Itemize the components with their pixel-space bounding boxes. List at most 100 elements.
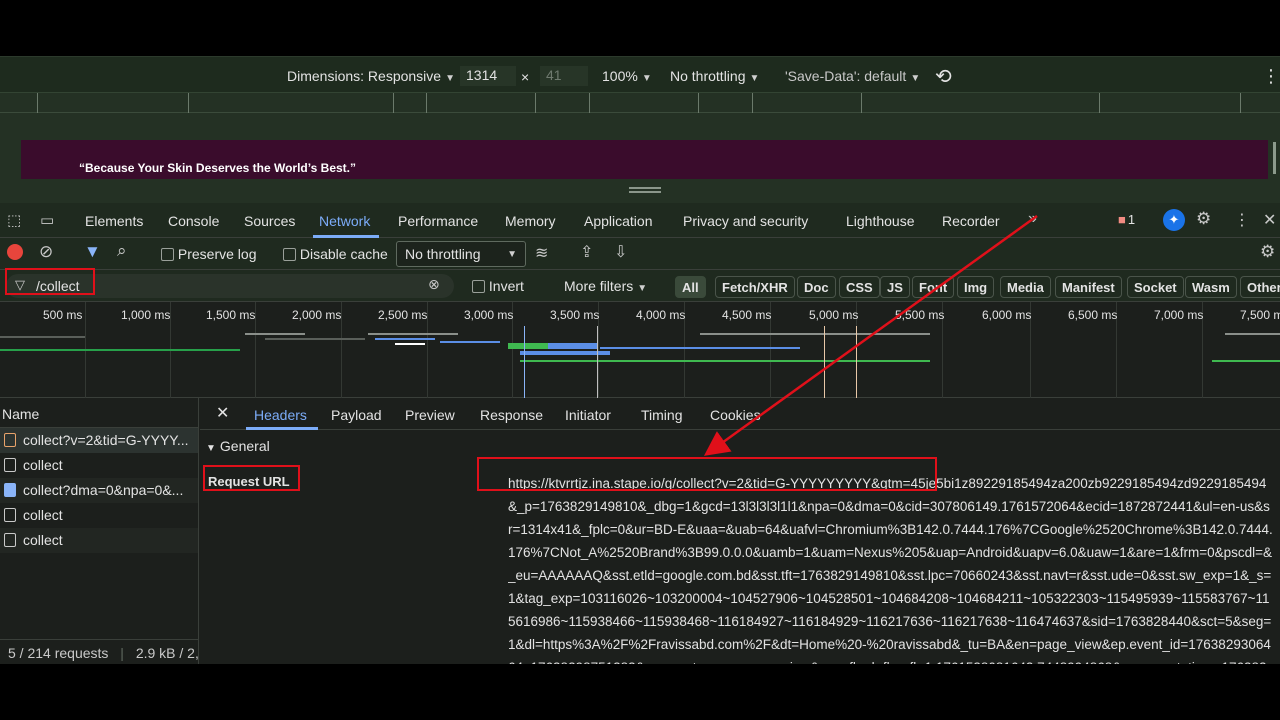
- network-timeline[interactable]: 500 ms 1,000 ms 1,500 ms 2,000 ms 2,500 …: [0, 302, 1280, 398]
- tab-application[interactable]: Application: [584, 213, 653, 229]
- timeline-label: 4,000 ms: [636, 308, 686, 322]
- tab-network[interactable]: Network: [319, 213, 370, 229]
- width-input[interactable]: 1314: [460, 66, 516, 86]
- rotate-icon[interactable]: ⟲: [935, 64, 952, 89]
- chip-doc[interactable]: Doc: [797, 276, 836, 298]
- chip-js[interactable]: JS: [880, 276, 910, 298]
- transfer-size: 2.9 kB / 2,5: [135, 645, 199, 661]
- ai-assistant-icon[interactable]: ✦: [1163, 209, 1185, 231]
- tab-privacy-security[interactable]: Privacy and security: [683, 213, 808, 229]
- devtools-panel: ⬚ ▭ Elements Console Sources Network Per…: [0, 203, 1280, 664]
- tab-console[interactable]: Console: [168, 213, 219, 229]
- promo-banner: “Because Your Skin Deserves the World’s …: [21, 140, 1268, 179]
- close-devtools-icon[interactable]: ✕: [1263, 210, 1276, 230]
- general-section-toggle[interactable]: ▼ General: [206, 438, 270, 454]
- requests-count: 5 / 214 requests: [8, 645, 109, 661]
- tab-response[interactable]: Response: [480, 407, 543, 423]
- detail-tabs: ✕ Headers Payload Preview Response Initi…: [200, 398, 1280, 430]
- tab-performance[interactable]: Performance: [398, 213, 478, 229]
- image-icon: [4, 483, 16, 497]
- timeline-label: 5,500 ms: [895, 308, 945, 322]
- resize-handle[interactable]: [629, 187, 661, 193]
- tab-sources[interactable]: Sources: [244, 213, 295, 229]
- request-row[interactable]: collect: [0, 528, 198, 553]
- document-icon: [4, 533, 16, 547]
- tab-preview[interactable]: Preview: [405, 407, 455, 423]
- inspect-element-icon[interactable]: ⬚: [7, 211, 21, 229]
- timeline-label: 5,000 ms: [809, 308, 859, 322]
- timeline-label: 3,000 ms: [464, 308, 514, 322]
- request-row[interactable]: collect?v=2&tid=G-YYYY...: [0, 428, 198, 453]
- dimensions-select[interactable]: Dimensions: Responsive ▼: [287, 68, 455, 84]
- record-icon[interactable]: [7, 244, 23, 260]
- device-more-icon[interactable]: ⋮: [1262, 66, 1280, 87]
- tab-headers[interactable]: Headers: [254, 407, 307, 423]
- highlight-filter-box: [5, 268, 95, 295]
- devtools-tabbar: ⬚ ▭ Elements Console Sources Network Per…: [0, 203, 1280, 238]
- chip-css[interactable]: CSS: [839, 276, 880, 298]
- network-toolbar: ⊘ ▼ ⌕ Preserve log Disable cache No thro…: [0, 238, 1280, 270]
- detail-tab-indicator: [246, 427, 318, 430]
- network-settings-icon[interactable]: ⚙: [1260, 242, 1275, 262]
- clear-icon[interactable]: ⊘: [39, 242, 53, 262]
- timeline-label: 500 ms: [43, 308, 83, 322]
- disable-cache-checkbox[interactable]: Disable cache: [283, 246, 388, 262]
- device-throttling-select[interactable]: No throttling ▼: [670, 68, 759, 84]
- search-icon[interactable]: ⌕: [117, 241, 127, 261]
- close-detail-icon[interactable]: ✕: [216, 403, 229, 423]
- filter-bar: ▽ /collect ⊗ Invert More filters ▼ All Fe…: [0, 270, 1280, 302]
- request-row[interactable]: collect: [0, 453, 198, 478]
- tab-initiator[interactable]: Initiator: [565, 407, 611, 423]
- timeline-label: 1,000 ms: [121, 308, 171, 322]
- more-filters-select[interactable]: More filters ▼: [564, 278, 647, 294]
- chip-img[interactable]: Img: [957, 276, 995, 298]
- request-row[interactable]: collect: [0, 503, 198, 528]
- chip-font[interactable]: Font: [912, 276, 955, 298]
- invert-checkbox[interactable]: Invert: [472, 278, 524, 294]
- device-toggle-icon[interactable]: ▭: [40, 211, 54, 229]
- timeline-label: 7,500 ms: [1240, 308, 1280, 322]
- timeline-label: 4,500 ms: [722, 308, 772, 322]
- timeline-label: 1,500 ms: [206, 308, 256, 322]
- document-icon: [4, 508, 16, 522]
- chip-all[interactable]: All: [675, 276, 706, 298]
- viewport-scrollbar[interactable]: [1273, 142, 1276, 174]
- clear-filter-icon[interactable]: ⊗: [428, 276, 440, 293]
- preserve-log-checkbox[interactable]: Preserve log: [161, 246, 256, 262]
- chip-manifest[interactable]: Manifest: [1055, 276, 1122, 298]
- tab-payload[interactable]: Payload: [331, 407, 382, 423]
- chip-media[interactable]: Media: [1000, 276, 1051, 298]
- chip-fetch-xhr[interactable]: Fetch/XHR: [715, 276, 795, 298]
- request-row[interactable]: collect?dma=0&npa=0&...: [0, 478, 198, 503]
- tab-memory[interactable]: Memory: [505, 213, 556, 229]
- more-options-icon[interactable]: ⋮: [1234, 210, 1250, 230]
- zoom-select[interactable]: 100% ▼: [602, 68, 652, 84]
- import-har-icon[interactable]: ⇪: [580, 242, 593, 262]
- settings-gear-icon[interactable]: ⚙: [1196, 209, 1211, 229]
- highlight-request-url-label: [203, 465, 300, 491]
- request-type-icon: [4, 433, 16, 447]
- error-badge[interactable]: ■ 1: [1118, 212, 1135, 227]
- network-throttling-select[interactable]: No throttling ▼: [396, 241, 526, 267]
- save-data-select[interactable]: 'Save-Data': default ▼: [785, 68, 920, 84]
- height-input[interactable]: 41: [540, 66, 588, 86]
- request-url-value: https://ktvrrtjz.ina.stape.io/g/collect?…: [508, 476, 1273, 664]
- more-tabs-icon[interactable]: »: [1028, 210, 1037, 228]
- times-symbol: ×: [521, 69, 530, 85]
- filter-funnel-icon[interactable]: ▼: [84, 242, 101, 262]
- requests-list: Name collect?v=2&tid=G-YYYY... collect c…: [0, 398, 199, 664]
- tab-cookies[interactable]: Cookies: [710, 407, 761, 423]
- chip-socket[interactable]: Socket: [1127, 276, 1184, 298]
- tab-elements[interactable]: Elements: [85, 213, 143, 229]
- highlight-request-url-value: [477, 457, 937, 491]
- tab-recorder[interactable]: Recorder: [942, 213, 1000, 229]
- tab-lighthouse[interactable]: Lighthouse: [846, 213, 915, 229]
- timeline-label: 7,000 ms: [1154, 308, 1204, 322]
- export-har-icon[interactable]: ⇩: [614, 242, 627, 262]
- network-conditions-icon[interactable]: ≋: [535, 243, 548, 263]
- media-ruler: [0, 93, 1280, 113]
- chip-other[interactable]: Other: [1240, 276, 1280, 298]
- tab-timing[interactable]: Timing: [641, 407, 683, 423]
- chip-wasm[interactable]: Wasm: [1185, 276, 1237, 298]
- name-column-header[interactable]: Name: [0, 398, 198, 428]
